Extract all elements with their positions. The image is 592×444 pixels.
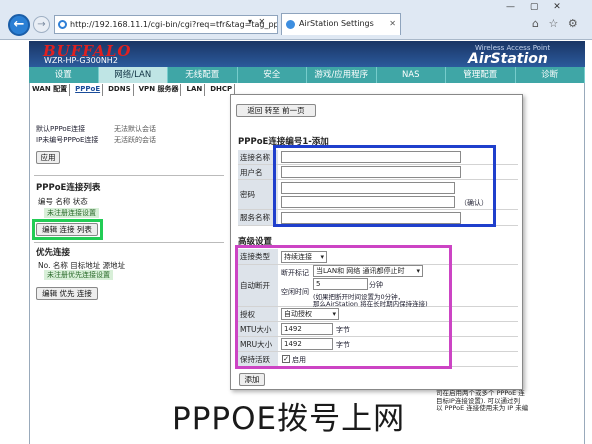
address-controls[interactable]: ▾ ✕ [248,17,267,26]
model-name: WZR-HP-G300NH2 [44,56,118,65]
pppoe-list-empty: 未注册连接设置 [44,208,99,218]
page-favicon-icon [286,20,295,29]
subnav-lan[interactable]: LAN [184,84,206,96]
help-line-3: 以 PPPoE 连接使用未为 IP 未编 [436,404,529,412]
default-connection-label: 默认PPPoE连接 [36,125,86,133]
nav-diagnostics[interactable]: 诊断 [516,67,585,83]
add-button[interactable]: 添加 [239,373,265,386]
subnav-ddns[interactable]: DDNS [106,84,134,96]
highlight-advanced [235,245,452,369]
divider [34,175,224,176]
subnav-pppoe[interactable]: PPPoE [73,84,104,96]
highlight-edit-list [32,219,103,240]
password-label: 密码 [238,180,278,209]
divider [34,242,224,243]
subnav-vpn[interactable]: VPN 服务器 [137,84,182,96]
main-nav: 设置 网络/LAN 无线配置 安全 游戏/应用程序 NAS 管理配置 诊断 [29,67,585,83]
product-logo: AirStation [468,51,548,67]
nav-wireless[interactable]: 无线配置 [168,67,238,83]
back-button[interactable]: 返回 转至 前一页 [236,104,316,117]
pppoe-list-title: PPPoE连接列表 [36,183,101,193]
apply-button[interactable]: 应用 [36,151,60,164]
nav-network-lan[interactable]: 网络/LAN [98,67,168,83]
tab-title: AirStation Settings [299,19,374,28]
nav-admin[interactable]: 管理配置 [446,67,516,83]
browser-tab[interactable]: AirStation Settings ✕ [281,13,401,35]
priority-empty: 未注册优先连接设置 [44,270,113,280]
nav-setup[interactable]: 设置 [29,67,99,83]
window-controls[interactable]: — ▢ ✕ [506,2,567,12]
username-label: 用户名 [238,165,278,179]
address-bar[interactable]: http://192.168.11.1/cgi-bin/cgi?req=tfr&… [54,15,278,34]
browser-tools-icons[interactable]: ⌂ ☆ ⚙ [532,17,581,30]
nav-security[interactable]: 安全 [238,67,307,83]
caption: PPPOE拨号上网 [172,401,406,437]
close-tab-icon[interactable]: ✕ [389,14,396,34]
service-name-label: 服务名称 [238,210,278,225]
nav-nas[interactable]: NAS [377,67,446,83]
highlight-credentials [273,145,496,227]
nav-games-apps[interactable]: 游戏/应用程序 [307,67,377,83]
url-text: http://192.168.11.1/cgi-bin/cgi?req=tfr&… [70,20,278,29]
edit-priority-button[interactable]: 编辑 优先 连接 [36,287,98,300]
ip-unnumbered-label: IP未编号PPPoE连接 [36,136,99,144]
priority-title: 优先连接 [36,248,71,258]
default-connection-value: 无法默认会话 [114,125,156,133]
ip-unnumbered-value: 无活跃的会话 [114,136,156,144]
back-arrow-icon[interactable]: ← [8,14,30,36]
forward-arrow-icon[interactable]: → [33,16,50,33]
pppoe-list-headers: 编号 名称 状态 [38,197,88,206]
connection-name-label: 连接名称 [238,150,278,164]
help-text: 司在启用两个或多个 PPPoE 连 目标IP连接设置). 可以通过列 以 PPP… [436,390,586,432]
browser-logo-icon [58,20,67,29]
subnav-wan[interactable]: WAN 配置 [30,84,71,96]
